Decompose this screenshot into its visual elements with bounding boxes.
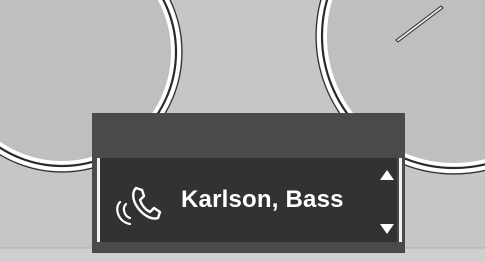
contact-name: Karlson, Bass: [181, 186, 344, 213]
right-screen-bracket: [399, 158, 402, 242]
triangle-down-icon[interactable]: [380, 224, 394, 234]
triangle-up-icon[interactable]: [380, 170, 394, 180]
phone-call-icon: [116, 186, 162, 226]
left-screen-bracket: [97, 158, 100, 242]
